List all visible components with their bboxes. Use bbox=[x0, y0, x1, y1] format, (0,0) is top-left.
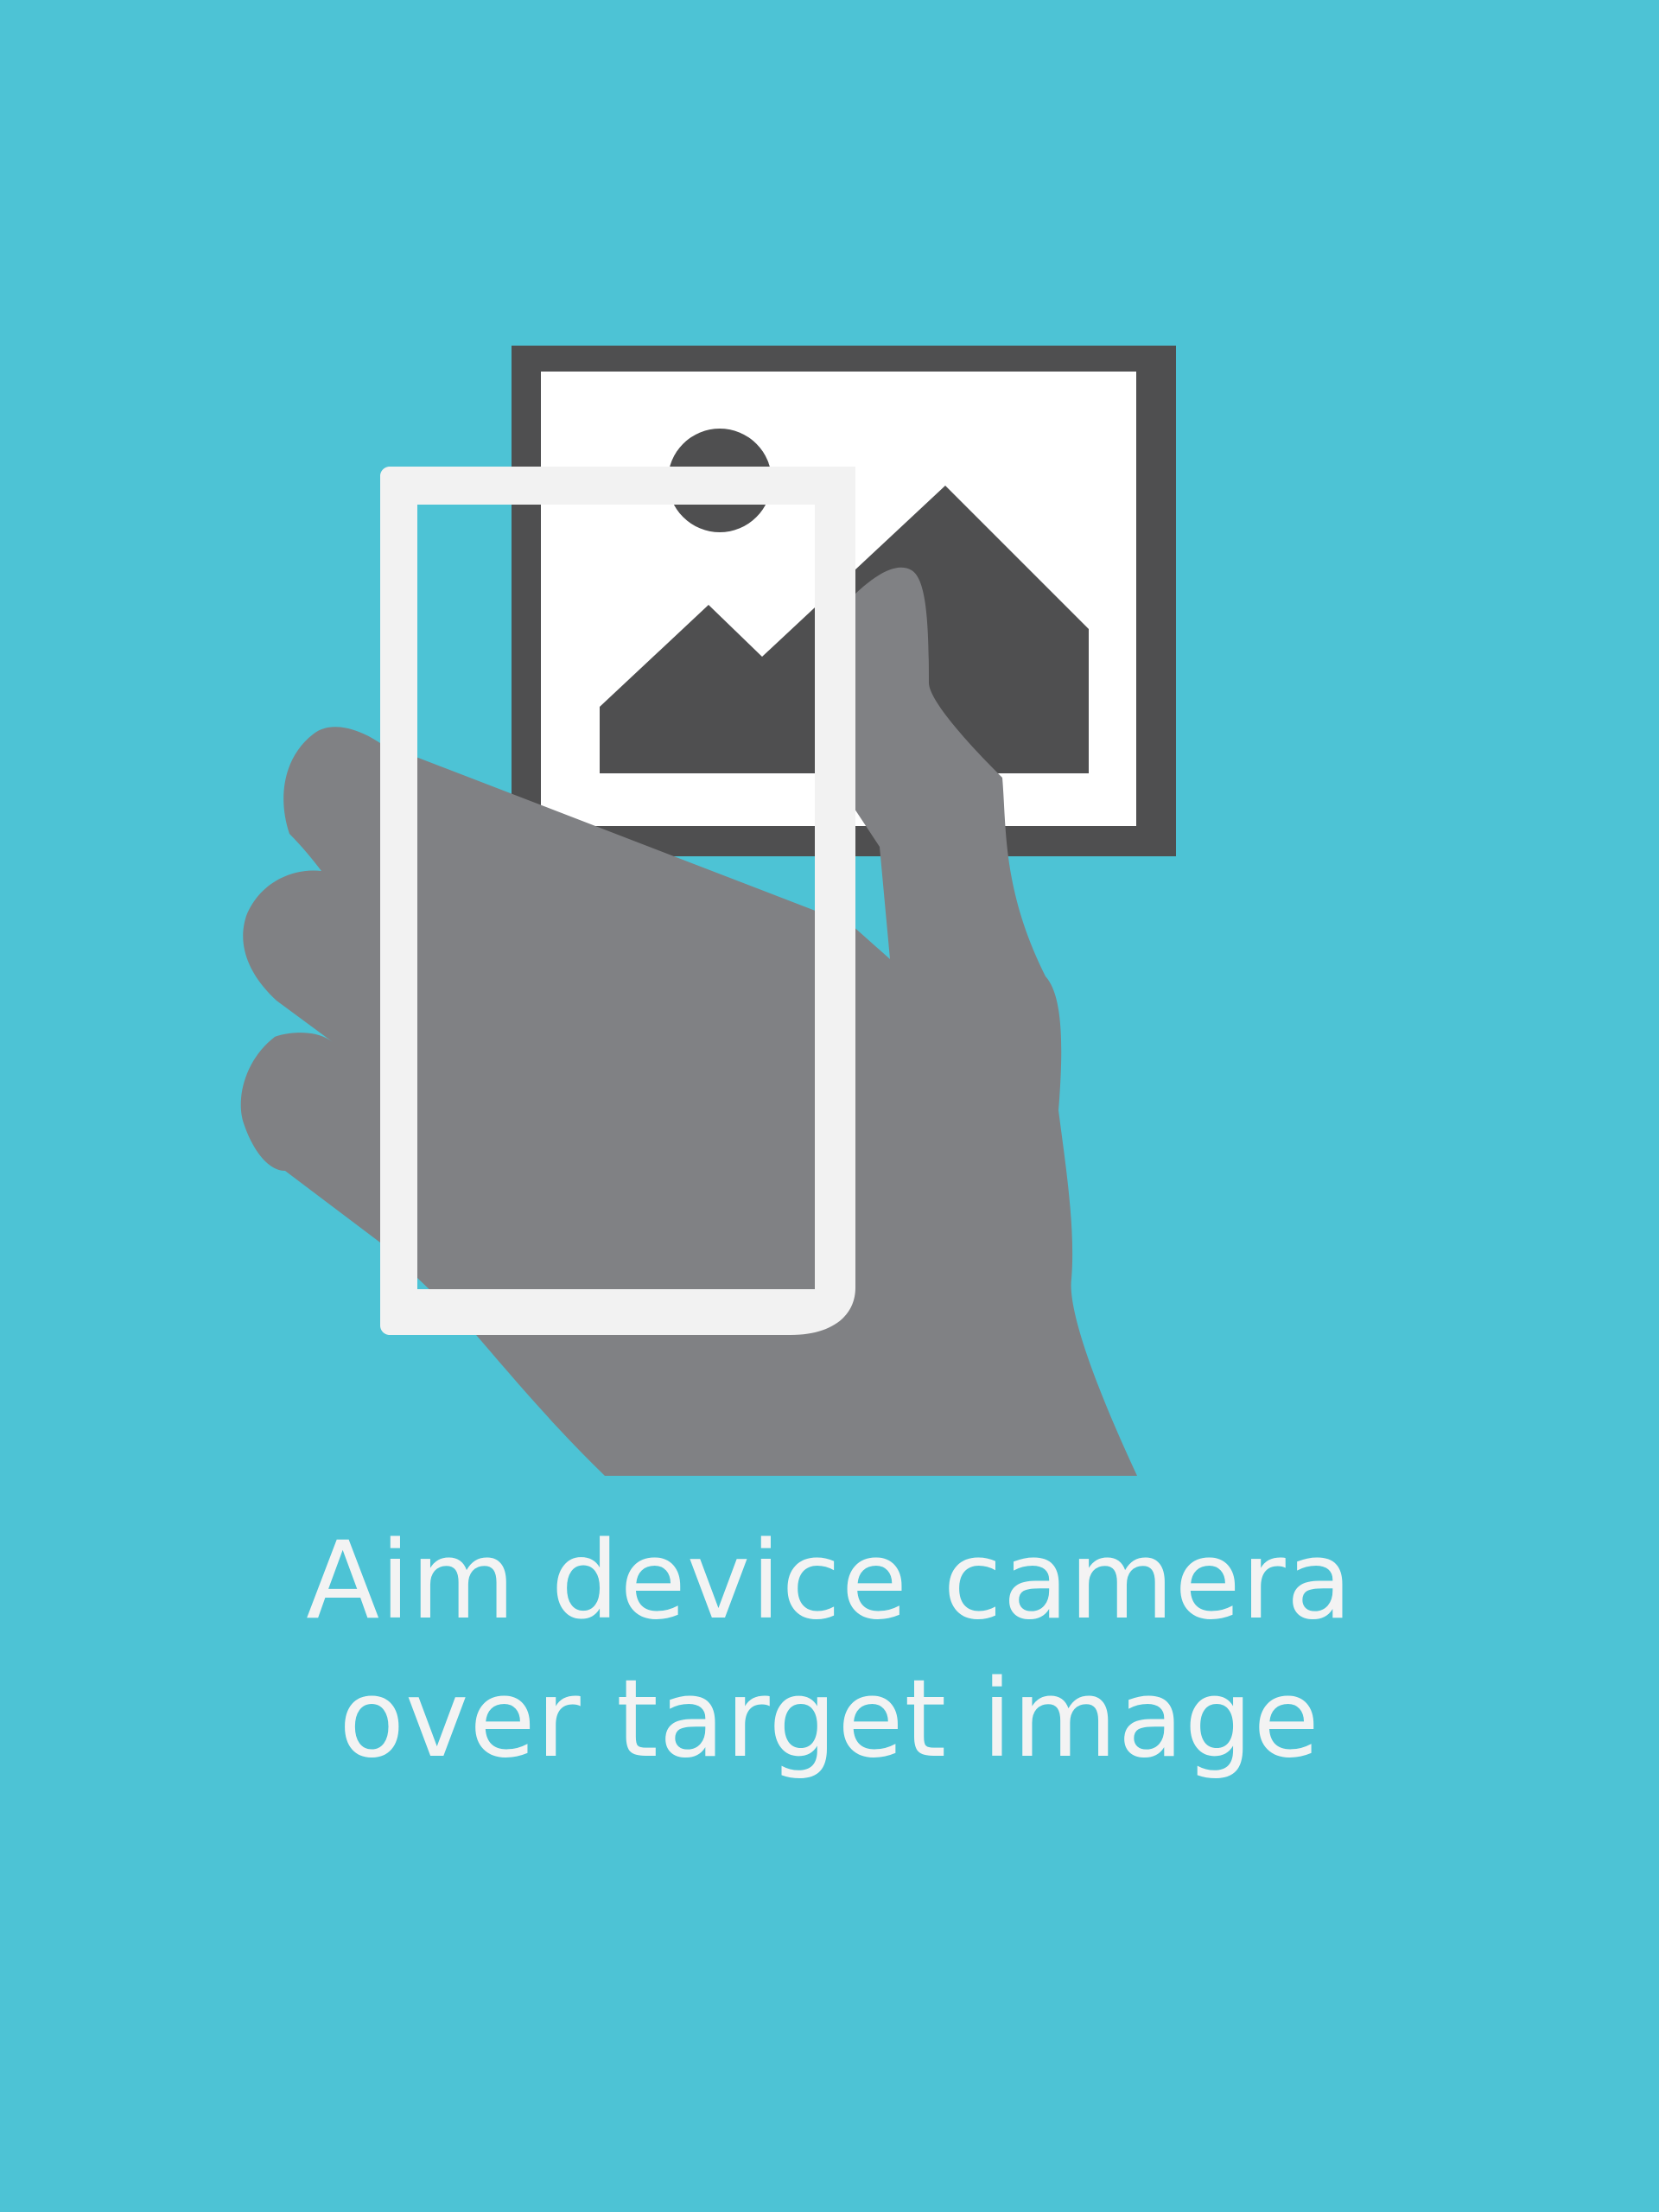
instruction-text: Aim device camera over target image bbox=[0, 1512, 1659, 1789]
instruction-line-1: Aim device camera bbox=[306, 1519, 1353, 1643]
camera-aim-instruction-screen: Aim device camera over target image bbox=[0, 0, 1659, 2212]
aim-camera-illustration bbox=[240, 346, 1176, 1476]
instruction-line-2: over target image bbox=[339, 1657, 1320, 1782]
